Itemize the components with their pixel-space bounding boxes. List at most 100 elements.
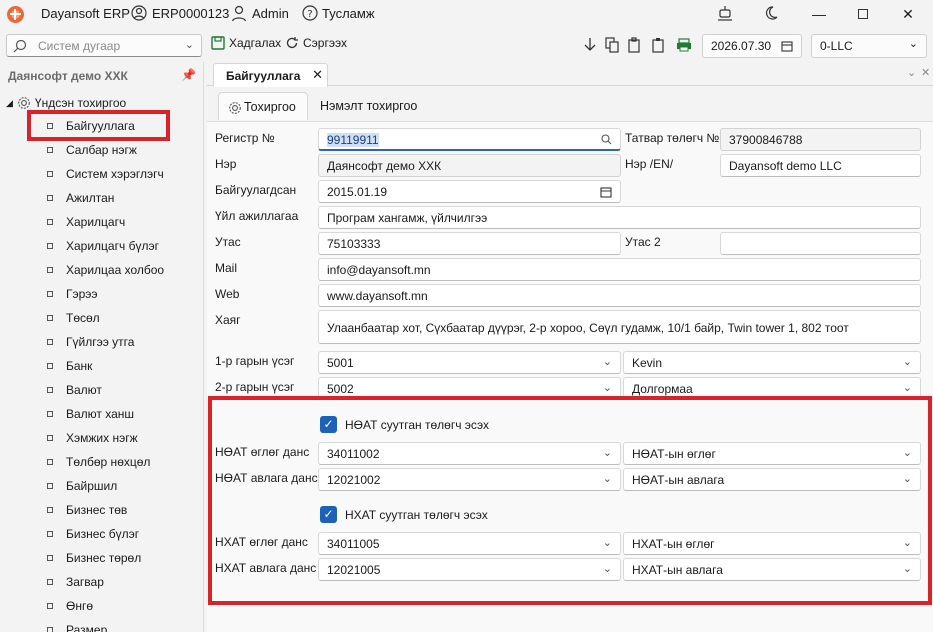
calendar-icon [781,41,793,52]
address-input[interactable]: Улаанбаатар хот, Сүхбаатар дүүрэг, 2-р х… [318,310,921,344]
title-bar: Dayansoft ERP ERP0000123 Admin ? Тусламж… [0,0,933,28]
close-tab-icon[interactable]: ✕ [312,67,323,83]
node-square-icon [47,363,53,369]
chevron-down-icon: ⌄ [184,39,194,51]
founded-label: Байгуулагдсан [215,183,297,197]
sign1-code-select[interactable]: 5001 ⌄ [318,351,621,374]
minimize-button[interactable]: — [797,0,841,28]
chevron-down-icon: ⌄ [902,356,912,368]
close-window-button[interactable]: ✕ [886,0,930,28]
sidebar-item[interactable]: Харилцагч [47,215,125,229]
sidebar-item[interactable]: Гүйлгээ утга [47,335,134,349]
user-name[interactable]: Admin [252,6,289,21]
highlight-box [27,110,170,141]
tab-list-chevron-icon[interactable]: ⌄ [907,66,916,79]
bot-icon[interactable] [716,4,734,22]
print-icon[interactable] [676,38,692,52]
reg-value: 99119911 [327,133,379,147]
user-circle-icon [131,5,147,21]
sidebar-item[interactable]: Харилцаа холбоо [47,263,164,277]
phone-value: 75103333 [327,237,381,251]
phone-input[interactable]: 75103333 [318,232,621,255]
person-icon[interactable] [230,4,248,22]
sidebar-item[interactable]: Банк [47,359,92,373]
maximize-button[interactable] [841,0,885,28]
address-label: Хаяг [215,313,241,327]
help-icon[interactable]: ? [301,4,319,22]
sidebar-item[interactable]: Бизнес төрөл [47,551,141,565]
tab-organization[interactable]: Байгууллага ✕ [213,63,328,87]
tab-settings[interactable]: Тохиргоо [218,92,308,120]
name-field[interactable]: Даянсофт демо ХХК [318,154,621,177]
sidebar-item[interactable]: Ажилтан [47,191,114,205]
copy-icon[interactable] [605,37,619,53]
sidebar-item[interactable]: Салбар нэгж [47,143,137,157]
sidebar-item[interactable]: Систем хэрэглэгч [47,167,164,181]
activity-value: Програм хангамж, үйлчилгээ [327,211,488,225]
sidebar-item[interactable]: Валют [47,383,102,397]
sidebar-item-label: Харилцаа холбоо [66,263,165,277]
document-tabstrip: Байгууллага ✕ ⌄ ✕ [207,62,933,87]
node-square-icon [47,291,53,297]
tax-number-field[interactable]: 37900846788 [720,128,921,151]
sidebar-item-label: Харилцагч бүлэг [66,239,159,253]
name-en-input[interactable]: Dayansoft demo LLC [720,154,921,177]
clipboard-icon[interactable] [652,37,666,53]
save-label: Хадгалах [229,36,282,50]
sign1-name-select[interactable]: Kevin ⌄ [623,351,921,374]
sidebar-item[interactable]: Гэрээ [47,287,98,301]
sidebar-item[interactable]: Размер [47,623,107,632]
mail-label: Mail [215,261,238,275]
sidebar-item[interactable]: Байршил [47,479,117,493]
help-link[interactable]: Тусламж [322,6,375,21]
sidebar-item-label: Хэмжих нэгж [66,431,138,445]
close-all-icon[interactable]: ✕ [921,66,930,79]
sidebar-item[interactable]: Төлбөр нөхцөл [47,455,150,469]
node-square-icon [47,507,53,513]
sidebar-item[interactable]: Валют ханш [47,407,134,421]
sidebar-item-label: Төсөл [66,311,100,325]
pin-icon[interactable]: 📌 [181,68,196,82]
paste-icon[interactable] [628,37,642,53]
gear-icon [229,102,241,114]
calendar-icon[interactable] [600,186,612,198]
tree-root-settings[interactable]: ◢ Үндсэн тохиргоо [6,96,126,110]
sidebar-item-label: Валют [66,383,102,397]
sidebar-item[interactable]: Бизнес бүлэг [47,527,139,541]
node-square-icon [47,411,53,417]
sidebar-item-label: Байршил [66,479,118,493]
sidebar-item[interactable]: Хэмжих нэгж [47,431,138,445]
sidebar-item[interactable]: Төсөл [47,311,100,325]
refresh-button[interactable]: Сэргээх [285,36,347,50]
mail-input[interactable]: info@dayansoft.mn [318,258,921,281]
system-number-search[interactable]: Систем дугаар ⌄ [6,34,202,57]
node-square-icon [47,603,53,609]
download-icon[interactable] [583,37,597,53]
node-square-icon [47,459,53,465]
search-icon [13,39,27,53]
app-logo-icon [7,6,24,23]
expand-triangle-icon[interactable]: ◢ [6,98,13,109]
founded-value: 2015.01.19 [327,185,388,199]
name-value: Даянсофт демо ХХК [327,159,442,173]
sidebar-item[interactable]: Өнгө [47,599,93,613]
sidebar-item-label: Төлбөр нөхцөл [66,455,151,469]
save-button[interactable]: Хадгалах [211,36,281,50]
dark-mode-icon[interactable] [762,4,780,22]
phone2-input[interactable] [720,232,921,255]
founded-date-input[interactable]: 2015.01.19 [318,180,621,203]
sidebar-item-label: Бизнес бүлэг [66,527,140,541]
organization-select[interactable]: 0-LLC ⌄ [811,34,927,58]
sidebar-item[interactable]: Бизнес төв [47,503,127,517]
sign1-name: Kevin [632,356,663,370]
tab-extra-settings[interactable]: Нэмэлт тохиргоо [312,92,425,120]
reg-number-input[interactable]: 99119911 [318,128,621,151]
date-picker[interactable]: 2026.07.30 [702,34,802,58]
activity-input[interactable]: Програм хангамж, үйлчилгээ [318,206,921,229]
sidebar-item[interactable]: Загвар [47,575,104,589]
node-square-icon [47,555,53,561]
node-square-icon [47,219,53,225]
sidebar-item[interactable]: Харилцагч бүлэг [47,239,159,253]
tax-label: Татвар төлөгч № [625,131,720,145]
web-input[interactable]: www.dayansoft.mn [318,284,921,307]
